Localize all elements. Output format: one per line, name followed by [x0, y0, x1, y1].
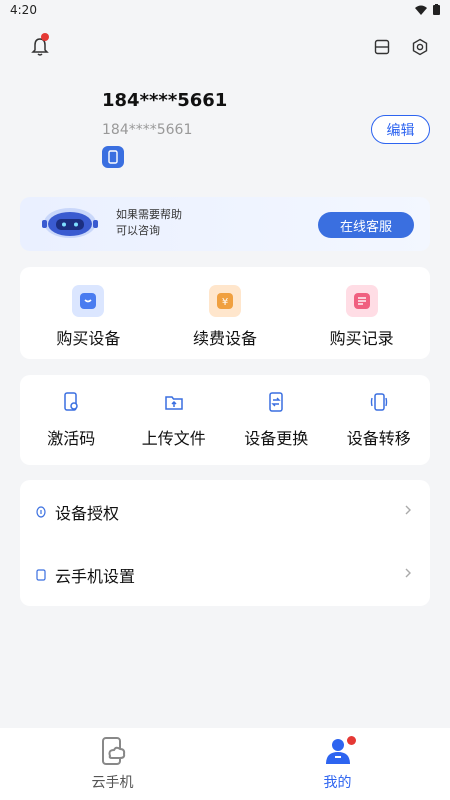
authorize-icon	[35, 505, 47, 519]
support-banner: 如果需要帮助 可以咨询 在线客服	[20, 197, 430, 251]
banner-line1: 如果需要帮助	[116, 208, 182, 221]
settings-menu-card: 设备授权 云手机设置	[20, 480, 430, 606]
device-tools-card: 激活码 上传文件 设备更换 设备转移	[20, 375, 430, 465]
menu-item-device-authorize[interactable]: 设备授权	[20, 480, 430, 543]
username: 184****5661	[102, 90, 228, 111]
settings-icon	[412, 38, 428, 56]
banner-text: 如果需要帮助 可以咨询	[116, 207, 182, 239]
status-bar: 4:20	[0, 0, 450, 22]
scan-button[interactable]	[371, 36, 393, 58]
device-transfer-icon	[368, 391, 390, 413]
tab-cloud-phone[interactable]: 云手机	[0, 728, 225, 800]
renew-icon: ¥	[209, 285, 241, 317]
chevron-right-icon	[405, 568, 411, 578]
settings-button[interactable]	[409, 36, 431, 58]
upload-file-label: 上传文件	[141, 429, 206, 448]
user-account: 184****5661	[102, 122, 193, 138]
buy-device-icon	[72, 285, 105, 317]
record-icon	[345, 285, 378, 317]
banner-line2: 可以咨询	[116, 224, 160, 237]
device-swap-icon	[265, 391, 287, 413]
chevron-right-icon	[405, 505, 411, 515]
bottom-tab-bar: 云手机 我的	[0, 728, 450, 800]
scan-icon	[374, 39, 390, 55]
buy-device-label: 购买设备	[56, 329, 121, 348]
purchase-record-label: 购买记录	[329, 329, 394, 348]
upload-file-icon	[163, 391, 185, 413]
device-badge	[102, 146, 124, 168]
notification-badge	[41, 33, 49, 41]
activation-code-item[interactable]: 激活码	[20, 375, 123, 465]
battery-icon	[433, 4, 440, 15]
purchase-record-item[interactable]: 购买记录	[293, 267, 430, 359]
activation-code-label: 激活码	[47, 429, 96, 448]
edit-button[interactable]: 编辑	[371, 115, 430, 144]
tab-label: 我的	[323, 775, 352, 791]
notification-button[interactable]	[29, 33, 51, 58]
status-time: 4:20	[10, 3, 37, 17]
activation-code-icon	[60, 391, 82, 413]
status-icons	[415, 4, 440, 15]
device-swap-item[interactable]: 设备更换	[225, 375, 328, 465]
wifi-icon	[415, 5, 427, 15]
renew-device-label: 续费设备	[193, 329, 258, 348]
phone-settings-icon	[35, 568, 47, 582]
menu-item-label: 设备授权	[55, 503, 120, 523]
device-purchase-card: 购买设备 ¥ 续费设备 购买记录	[20, 267, 430, 359]
device-transfer-label: 设备转移	[346, 429, 411, 448]
svg-text:¥: ¥	[222, 297, 228, 308]
buy-device-item[interactable]: 购买设备	[20, 267, 157, 359]
tab-badge	[347, 736, 356, 745]
online-service-button[interactable]: 在线客服	[318, 212, 414, 238]
cloud-phone-icon	[101, 737, 125, 765]
phone-icon	[108, 150, 118, 164]
tab-label: 云手机	[91, 775, 134, 791]
renew-device-item[interactable]: ¥ 续费设备	[157, 267, 294, 359]
robot-icon	[42, 208, 98, 238]
device-transfer-item[interactable]: 设备转移	[328, 375, 431, 465]
menu-item-label: 云手机设置	[55, 566, 136, 586]
menu-item-phone-settings[interactable]: 云手机设置	[20, 543, 430, 606]
upload-file-item[interactable]: 上传文件	[123, 375, 226, 465]
device-swap-label: 设备更换	[244, 429, 309, 448]
tab-mine[interactable]: 我的	[225, 728, 450, 800]
